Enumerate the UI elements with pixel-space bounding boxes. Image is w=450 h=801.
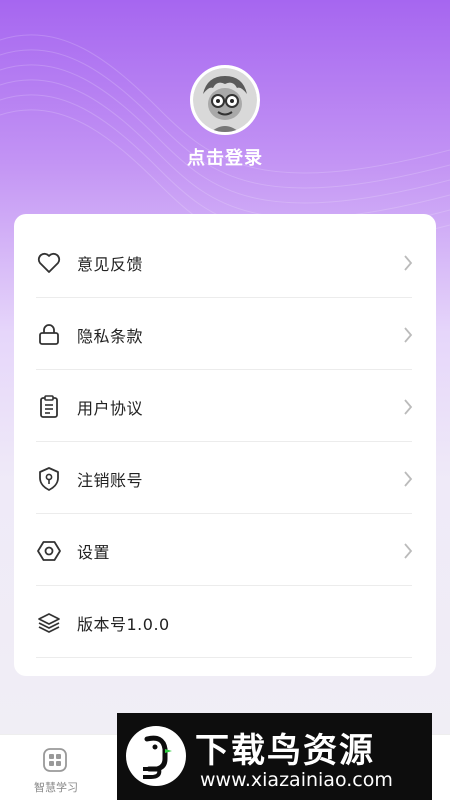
menu-item-settings[interactable]: 设置: [14, 514, 436, 586]
shield-key-icon: [39, 467, 59, 491]
lock-icon: [39, 324, 59, 345]
chevron-right-icon: [404, 543, 413, 559]
tab-smart-learning[interactable]: 智慧学习: [26, 743, 86, 799]
menu-item-user-agreement[interactable]: 用户协议: [14, 370, 436, 442]
heart-icon: [37, 252, 61, 273]
menu-item-label: 用户协议: [77, 399, 144, 418]
avatar[interactable]: [190, 65, 260, 135]
menu-item-privacy[interactable]: 隐私条款: [14, 298, 436, 370]
document-icon: [40, 395, 58, 418]
chevron-right-icon: [404, 399, 413, 415]
menu-item-label: 隐私条款: [77, 327, 144, 346]
hexagon-settings-icon: [37, 541, 61, 561]
login-prompt[interactable]: 点击登录: [0, 144, 450, 170]
watermark-title: 下载鸟资源: [195, 731, 375, 771]
menu-card: 意见反馈 隐私条款 用户协议 注销账号 设置 版本号1.0.0: [14, 214, 436, 676]
divider: [36, 657, 412, 658]
menu-item-delete-account[interactable]: 注销账号: [14, 442, 436, 514]
bird-logo-icon: [126, 726, 186, 786]
menu-item-version: 版本号1.0.0: [14, 586, 436, 658]
chevron-right-icon: [404, 471, 413, 487]
version-label: 版本号1.0.0: [77, 615, 170, 634]
layers-icon: [38, 613, 60, 633]
chevron-right-icon: [404, 327, 413, 343]
watermark-banner: 下载鸟资源 www.xiazainiao.com: [117, 713, 432, 800]
avatar-cartoon-icon: [193, 68, 257, 132]
watermark-url: www.xiazainiao.com: [200, 769, 393, 791]
menu-item-feedback[interactable]: 意见反馈: [14, 226, 436, 298]
chevron-right-icon: [404, 255, 413, 271]
menu-item-label: 注销账号: [77, 471, 144, 490]
menu-item-label: 意见反馈: [77, 255, 144, 274]
menu-item-label: 设置: [77, 543, 111, 562]
tab-label: 智慧学习: [34, 781, 78, 794]
grid-icon: [43, 748, 67, 772]
